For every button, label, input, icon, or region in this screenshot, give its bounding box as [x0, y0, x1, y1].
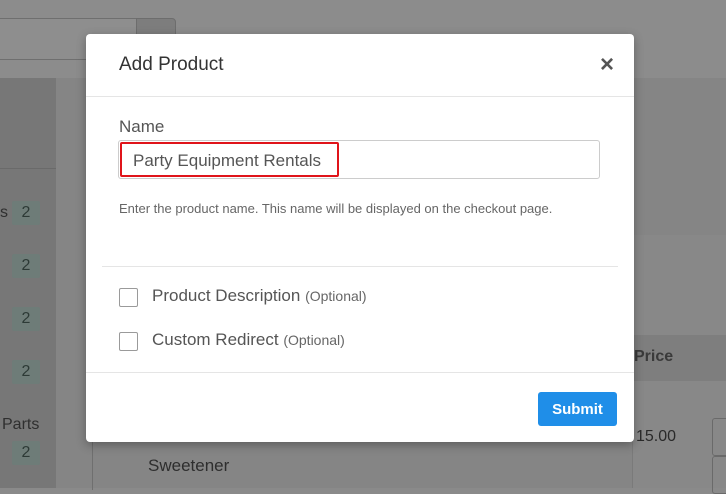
background-row-control — [712, 418, 726, 456]
custom-redirect-label: Custom Redirect (Optional) — [152, 330, 345, 349]
close-icon[interactable]: × — [594, 52, 620, 78]
product-name-value: Party Equipment Rentals — [133, 151, 322, 170]
submit-button[interactable]: Submit — [538, 392, 617, 426]
background-row-control — [712, 456, 726, 494]
background-product-name: Sweetener — [148, 456, 230, 475]
modal-header: Add Product × — [86, 34, 634, 97]
background-count-badge: 2 — [12, 201, 40, 225]
background-count-badge: 2 — [12, 441, 40, 465]
product-description-label: Product Description (Optional) — [152, 286, 367, 305]
modal-title: Add Product — [119, 54, 224, 75]
optional-tag: (Optional) — [283, 332, 345, 348]
footer-divider — [86, 372, 634, 373]
background-divider — [0, 168, 56, 169]
section-divider — [102, 266, 618, 267]
product-description-checkbox[interactable] — [119, 288, 138, 307]
background-sidebar-fragment: s — [0, 204, 8, 221]
product-name-input[interactable]: Party Equipment Rentals — [118, 140, 600, 179]
background-count-badge: 2 — [12, 360, 40, 384]
background-count-badge: 2 — [12, 254, 40, 278]
name-label: Name — [119, 117, 165, 136]
name-help-text: Enter the product name. This name will b… — [119, 201, 553, 216]
add-product-modal: Add Product × Name Party Equipment Renta… — [86, 34, 634, 442]
background-sidebar-fragment: Parts — [2, 416, 40, 433]
optional-tag: (Optional) — [305, 288, 367, 304]
background-count-badge: 2 — [12, 307, 40, 331]
background-price-header: Price — [634, 348, 674, 365]
custom-redirect-checkbox[interactable] — [119, 332, 138, 351]
